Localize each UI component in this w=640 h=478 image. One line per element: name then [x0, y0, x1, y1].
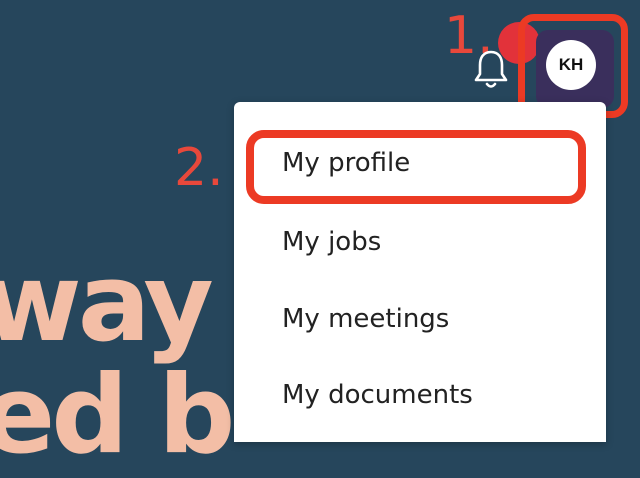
annotation-highlight-my-profile: [246, 130, 586, 204]
annotation-step-2: 2.: [174, 138, 224, 198]
hero-heading-line-2: ed b: [0, 353, 235, 478]
menu-item-my-jobs[interactable]: My jobs: [282, 227, 381, 257]
hero-heading-line-1: way: [0, 241, 214, 366]
menu-item-my-documents[interactable]: My documents: [282, 380, 473, 410]
menu-item-my-meetings[interactable]: My meetings: [282, 304, 449, 334]
